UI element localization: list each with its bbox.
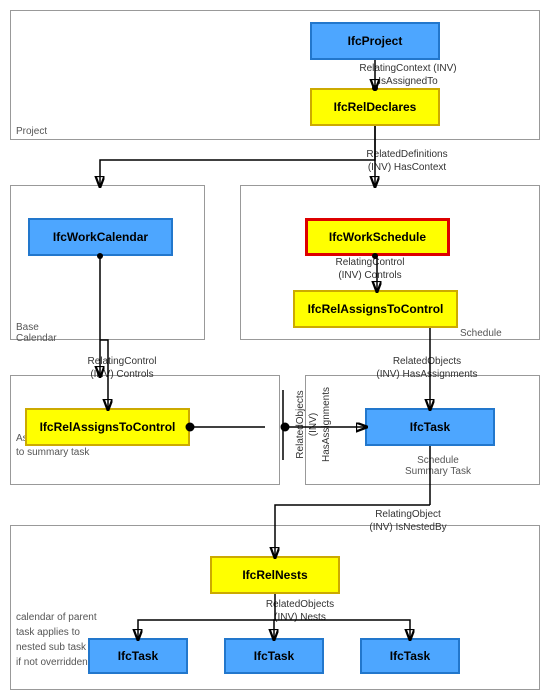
- ifc-work-schedule-box: IfcWorkSchedule: [305, 218, 450, 256]
- ifc-task-nested1-box: IfcTask: [88, 638, 188, 674]
- ifc-rel-assigns-control2-box: IfcRelAssignsToControl: [25, 408, 190, 446]
- schedule-label: Schedule: [460, 328, 502, 339]
- relating-object-label: RelatingObject(INV) IsNestedBy: [348, 508, 468, 534]
- diagram-container: Project Base Calendar Schedule Assigning…: [0, 0, 550, 700]
- ifc-task-nested2-box: IfcTask: [224, 638, 324, 674]
- relating-context-label: RelatingContext (INV) IsAssignedTo: [348, 62, 468, 88]
- ifc-rel-nests-box: IfcRelNests: [210, 556, 340, 594]
- ifc-rel-assigns-control1-box: IfcRelAssignsToControl: [293, 290, 458, 328]
- ifc-project-box: IfcProject: [310, 22, 440, 60]
- relating-control1-label: RelatingControl(INV) Controls: [310, 256, 430, 282]
- related-objects1-label: RelatedObjects(INV) HasAssignments: [362, 355, 492, 381]
- ifc-task-nested3-box: IfcTask: [360, 638, 460, 674]
- relating-control2-label: RelatingControl(INV) Controls: [62, 355, 182, 381]
- related-objects-vertical-label: RelatedObjects(INV) HasAssignments: [294, 382, 333, 467]
- related-objects-nests-label: RelatedObjects(INV) Nests: [245, 598, 355, 624]
- base-calendar-section: [10, 185, 205, 340]
- sched-summary-label: Schedule Summary Task: [405, 455, 471, 477]
- ifc-work-calendar-box: IfcWorkCalendar: [28, 218, 173, 256]
- related-definitions-label: RelatedDefinitions(INV) HasContext: [342, 148, 472, 174]
- ifc-rel-declares-box: IfcRelDeclares: [310, 88, 440, 126]
- base-calendar-label: Base Calendar: [16, 322, 57, 344]
- ifc-task-box: IfcTask: [365, 408, 495, 446]
- project-label: Project: [16, 126, 47, 137]
